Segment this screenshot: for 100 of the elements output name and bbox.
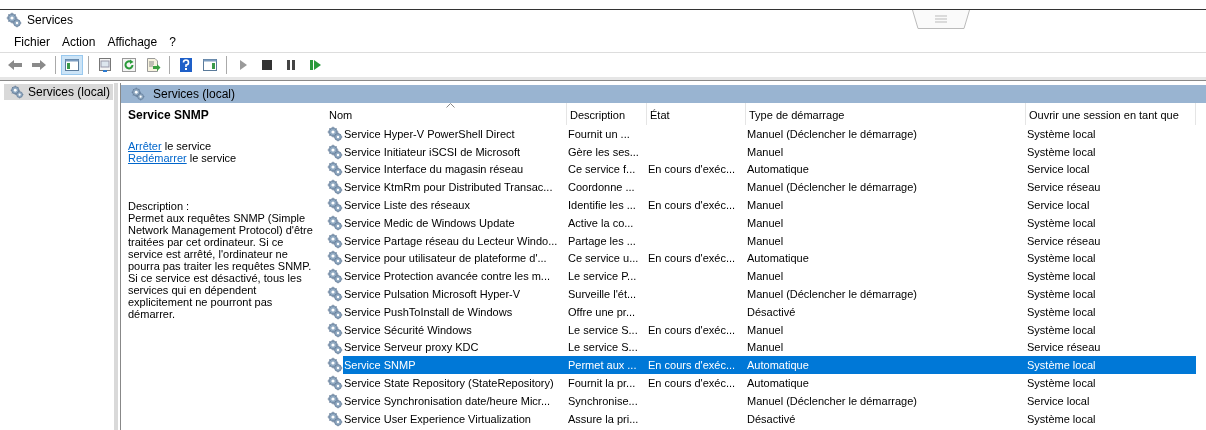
gear-icon — [326, 303, 343, 320]
table-cell-text: Service Sécurité Windows — [343, 323, 473, 336]
table-cell-text: Système local — [1026, 216, 1097, 229]
table-cell-text: Synchronise... — [567, 394, 639, 407]
menu-item[interactable]: ? — [163, 34, 182, 50]
grip-handle-icon[interactable] — [912, 10, 970, 29]
table-cell-text: En cours d'exéc... — [647, 377, 737, 390]
table-cell-text: Ce service u... — [567, 252, 640, 265]
table-cell-text: Service Liste des réseaux — [343, 199, 471, 212]
menu-item[interactable]: Affichage — [101, 34, 164, 50]
table-row[interactable]: Service Synchronisation date/heure Micr... Synchronise... Manuel (Déclencher le démarrage) Service local — [343, 391, 1196, 410]
table-cell-text: Service SNMP — [343, 359, 417, 372]
gear-icon — [326, 410, 343, 427]
table-cell-text: Service Protection avancée contre les m... — [343, 270, 552, 283]
table-cell-text: Service State Repository (StateRepository) — [343, 377, 555, 390]
console-tree-icon — [64, 57, 80, 73]
table-cell-text: Manuel — [746, 323, 785, 336]
table-row[interactable]: Service Medic de Windows Update Active la co... Manuel Système local — [343, 214, 1196, 232]
table-cell-text: Service Hyper-V PowerShell Direct — [343, 127, 516, 140]
table-cell-text: Manuel (Déclencher le démarrage) — [746, 127, 918, 140]
gear-icon — [326, 339, 343, 356]
gear-icon — [326, 250, 343, 267]
table-row[interactable]: Service Liste des réseaux Identifie les ... En cours d'exéc... Manuel Service local — [343, 196, 1196, 214]
gear-icon — [326, 143, 343, 160]
table-cell-text: Service pour utilisateur de plateforme d'... — [343, 252, 548, 265]
gear-icon — [326, 125, 343, 142]
column-header[interactable]: Nom — [326, 103, 567, 125]
forward-arrow-icon — [31, 57, 47, 73]
table-row[interactable]: Service pour utilisateur de plateforme d'... Ce service u... En cours d'exéc... Automatique Système local — [343, 249, 1196, 268]
menu-item[interactable]: Action — [56, 34, 102, 50]
gear-icon — [10, 85, 24, 99]
column-header[interactable]: Ouvrir une session en tant que — [1026, 103, 1196, 125]
table-cell-text: Système local — [1026, 252, 1097, 265]
description-label: Description : — [128, 200, 191, 212]
table-row[interactable]: Service Partage réseau du Lecteur Windo... Partage les ... Manuel Service réseau — [343, 231, 1196, 250]
action-text: le service — [189, 152, 237, 164]
gear-icon — [326, 392, 343, 409]
action-link[interactable]: Arrêter — [128, 140, 162, 152]
table-cell-text: Service local — [1026, 394, 1091, 407]
table-row[interactable]: Service KtmRm pour Distributed Transac... Coordonne ... Manuel (Déclencher le démarrage) Service réseau — [343, 178, 1196, 197]
gear-icon — [326, 232, 343, 249]
table-row[interactable]: Service Initiateur iSCSI de Microsoft Gère les ses... Manuel Système local — [343, 142, 1196, 161]
table-row[interactable]: Service State Repository (StateRepository) Fournit la pr... En cours d'exéc... Automatique Système local — [343, 374, 1196, 392]
table-row[interactable]: Service Interface du magasin réseau Ce service f... En cours d'exéc... Automatique Service local — [343, 160, 1196, 179]
gear-icon — [326, 214, 343, 231]
console-tree-button[interactable] — [61, 55, 83, 75]
table-row[interactable]: Service PushToInstall de Windows Offre une pr... Désactivé Système local — [343, 302, 1196, 321]
help-icon — [178, 57, 194, 73]
column-header[interactable]: État — [647, 103, 746, 125]
table-cell-text: Service User Experience Virtualization — [343, 412, 532, 425]
table-cell-text: Service Synchronisation date/heure Micr... — [343, 394, 552, 407]
table-row[interactable]: Service Protection avancée contre les m... Le service P... Manuel Système local — [343, 267, 1196, 286]
table-cell-text: Service Medic de Windows Update — [343, 216, 516, 229]
table-cell-text: Offre une pr... — [567, 305, 637, 318]
table-cell-text: Active la co... — [567, 216, 635, 229]
table-cell-text: Service réseau — [1026, 234, 1102, 247]
table-cell-text: Service réseau — [1026, 181, 1102, 194]
gear-icon — [326, 179, 343, 196]
table-cell-text: Système local — [1026, 145, 1097, 158]
column-header[interactable]: Type de démarrage — [746, 103, 1026, 125]
table-row[interactable]: Service Hyper-V PowerShell Direct Fournit un ... Manuel (Déclencher le démarrage) Système local — [343, 125, 1196, 143]
table-row[interactable]: Service SNMP Permet aux ... En cours d'exéc... Automatique Système local — [343, 356, 1196, 375]
table-cell-text: Service réseau — [1026, 341, 1102, 354]
table-cell-text: Automatique — [746, 359, 810, 372]
table-cell-text: Identifie les ... — [567, 199, 637, 212]
gear-icon — [326, 197, 343, 214]
table-cell-text: Le service P... — [567, 270, 638, 283]
gear-icon — [6, 12, 22, 28]
window-title: Services — [27, 13, 73, 27]
table-cell-text: Le service S... — [567, 323, 639, 336]
tree-item-label: Services (local) — [28, 85, 111, 99]
table-row[interactable]: Service Sécurité Windows Le service S... En cours d'exéc... Manuel Système local — [343, 320, 1196, 339]
table-cell-text: Système local — [1026, 270, 1097, 283]
table-cell-text: Ce service f... — [567, 163, 637, 176]
export-list-icon — [145, 57, 161, 73]
menu-item[interactable]: Fichier — [8, 34, 56, 50]
table-cell-text: Service Interface du magasin réseau — [343, 163, 525, 176]
table-cell-text: En cours d'exéc... — [647, 323, 737, 336]
table-cell-text: Fournit la pr... — [567, 377, 637, 390]
action-link[interactable]: Redémarrer — [128, 152, 187, 164]
gear-icon — [326, 375, 343, 392]
table-cell-text: Manuel (Déclencher le démarrage) — [746, 181, 918, 194]
gear-icon — [326, 268, 343, 285]
table-cell-text: En cours d'exéc... — [647, 359, 737, 372]
table-row[interactable]: Service Pulsation Microsoft Hyper-V Surveille l'ét... Manuel (Déclencher le démarrage) Système local — [343, 285, 1196, 303]
resume-icon — [307, 57, 323, 73]
column-header[interactable]: Description — [567, 103, 647, 125]
gear-icon — [326, 286, 343, 303]
header-title: Services (local) — [153, 87, 236, 101]
table-cell-text: Partage les ... — [567, 234, 637, 247]
table-cell-text: Service Pulsation Microsoft Hyper-V — [343, 288, 522, 301]
tree-item[interactable]: Services (local) — [4, 84, 114, 100]
table-cell-text: Système local — [1026, 288, 1097, 301]
table-row[interactable]: Service User Experience Virtualization Assure la pri... Désactivé Système local — [343, 409, 1196, 428]
table-row[interactable]: Service Serveur proxy KDC Le service S... Manuel Service réseau — [343, 338, 1196, 357]
table-cell-text: Automatique — [746, 377, 810, 390]
table-cell-text: Service Partage réseau du Lecteur Windo... — [343, 234, 559, 247]
gear-icon — [326, 357, 343, 374]
table-cell-text: Manuel — [746, 145, 785, 158]
table-cell-text: Manuel (Déclencher le démarrage) — [746, 288, 918, 301]
